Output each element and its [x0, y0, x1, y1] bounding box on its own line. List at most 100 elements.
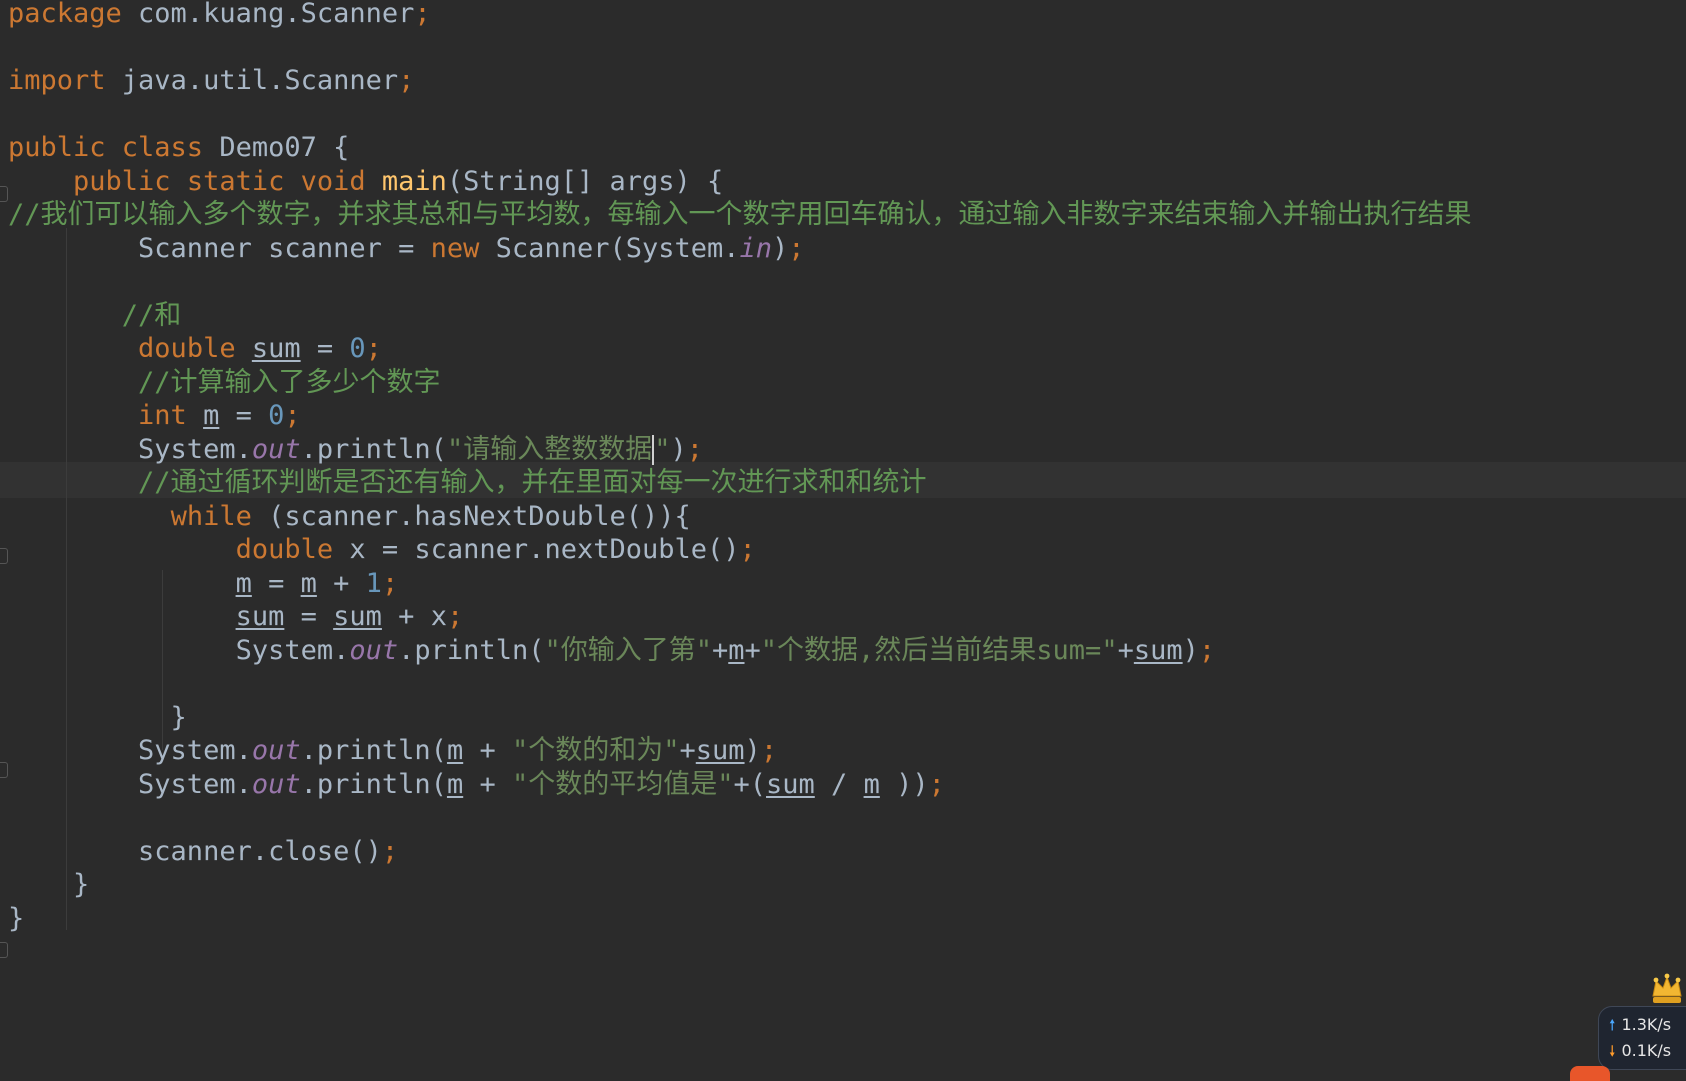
code-token: System.	[8, 768, 252, 800]
code-line[interactable]: sum = sum + x;	[8, 599, 464, 635]
arrow-down-icon: 🠗	[1609, 1042, 1616, 1060]
code-token: +	[711, 634, 729, 666]
code-token: ;	[365, 333, 382, 364]
code-token: + x	[381, 601, 447, 632]
code-token: 1	[365, 567, 382, 599]
code-token: while	[170, 500, 269, 532]
code-token: ))	[879, 768, 929, 800]
code-line[interactable]: //通过循环判断是否还有输入，并在里面对每一次进行求和和统计	[8, 465, 927, 501]
fold-marker-icon[interactable]	[0, 548, 8, 564]
code-line[interactable]: package com.kuang.Scanner;	[8, 0, 431, 32]
code-editor[interactable]: package com.kuang.Scanner; import java.ut…	[0, 0, 1686, 1081]
code-token: (String[] args) {	[446, 165, 724, 197]
code-line[interactable]: public static void main(String[] args) {	[8, 164, 723, 200]
code-line[interactable]: System.out.println("你输入了第"+m+"个数据,然后当前结果…	[8, 633, 1216, 669]
code-token: package	[8, 0, 139, 29]
code-line[interactable]: Scanner scanner = new Scanner(System.in)…	[8, 231, 805, 267]
code-token: .println(	[300, 735, 447, 766]
code-line[interactable]: //计算输入了多少个数字	[8, 365, 441, 401]
code-token: x = scanner.nextDouble()	[349, 534, 740, 565]
code-line[interactable]: while (scanner.hasNextDouble()){	[8, 499, 691, 535]
code-token: sum	[333, 601, 382, 632]
code-token: "你输入了第"	[544, 634, 712, 666]
code-token: 0	[349, 333, 366, 364]
code-token: +	[1117, 634, 1134, 666]
code-token: out	[349, 634, 399, 666]
fold-marker-icon[interactable]	[0, 186, 8, 202]
code-token: ;	[1198, 634, 1216, 666]
code-token: double	[235, 534, 350, 565]
code-token: =	[251, 567, 301, 599]
code-token: main	[381, 165, 447, 197]
download-speed: 0.1K/s	[1621, 1041, 1672, 1060]
code-token: +	[463, 735, 512, 766]
code-line[interactable]: //我们可以输入多个数字，并求其总和与平均数，每输入一个数字用回车确认，通过输入…	[8, 197, 1472, 233]
vip-crown-icon[interactable]	[1650, 972, 1684, 1006]
code-line[interactable]: //和	[8, 298, 182, 334]
code-token: //我们可以输入多个数字，并求其总和与平均数，每输入一个数字用回车确认，通过输入…	[8, 199, 1472, 230]
code-line[interactable]: }	[8, 867, 89, 903]
code-token: //计算输入了多少个数字	[8, 366, 441, 398]
code-line[interactable]: m = m + 1;	[8, 566, 399, 602]
code-token: .println(	[398, 634, 545, 666]
code-token: //通过循环判断是否还有输入，并在里面对每一次进行求和和统计	[8, 467, 927, 498]
code-token: sum	[695, 735, 745, 766]
code-token: +	[744, 634, 761, 666]
code-token: +	[463, 768, 512, 800]
code-token: )	[744, 735, 761, 766]
code-token: com.kuang.Scanner	[138, 0, 415, 29]
code-token: sum	[235, 601, 285, 632]
code-line[interactable]: import java.util.Scanner;	[8, 63, 414, 99]
app-badge-icon[interactable]	[1570, 1066, 1610, 1081]
code-token: out	[251, 768, 301, 800]
code-token: //和	[8, 299, 182, 331]
code-token: "	[654, 433, 671, 465]
code-token: }	[8, 701, 187, 733]
code-line[interactable]: }	[8, 700, 187, 736]
code-token: java.util.Scanner	[121, 65, 399, 96]
code-token: scanner.close()	[8, 835, 382, 867]
code-line[interactable]: }	[8, 901, 24, 937]
code-token: "请输入整数数据	[446, 433, 653, 465]
code-token: sum	[766, 768, 815, 800]
code-token: m	[728, 634, 745, 666]
code-token: m	[863, 768, 880, 800]
code-line[interactable]: int m = 0;	[8, 398, 301, 434]
code-token: ;	[414, 0, 431, 29]
code-token: System.	[8, 735, 252, 766]
code-token: public class	[8, 132, 220, 163]
code-token: System.	[8, 433, 252, 465]
code-line[interactable]: System.out.println("请输入整数数据");	[8, 432, 703, 468]
code-token: .println(	[300, 433, 447, 465]
code-token: =	[284, 601, 334, 632]
code-line[interactable]: System.out.println(m + "个数的和为"+sum);	[8, 733, 777, 769]
fold-marker-icon[interactable]	[0, 942, 8, 958]
code-token: "个数的平均值是"	[511, 768, 734, 800]
fold-marker-icon[interactable]	[0, 762, 8, 778]
code-token: /	[814, 768, 864, 800]
code-token: ;	[381, 567, 399, 599]
code-line[interactable]: System.out.println(m + "个数的平均值是"+(sum / …	[8, 767, 945, 803]
arrow-up-icon: 🠕	[1609, 1016, 1616, 1034]
code-token: +	[679, 735, 696, 766]
code-token: sum	[1133, 634, 1183, 666]
code-token: =	[219, 400, 269, 431]
code-token: m	[300, 567, 317, 599]
code-token: sum	[251, 333, 301, 364]
code-token: )	[1182, 634, 1199, 666]
code-line[interactable]: double sum = 0;	[8, 331, 382, 367]
code-token: +	[316, 567, 366, 599]
code-line[interactable]: double x = scanner.nextDouble();	[8, 532, 756, 568]
network-speed-widget[interactable]: 🠕 1.3K/s 🠗 0.1K/s	[1598, 1006, 1686, 1070]
code-token: m	[203, 400, 220, 431]
code-token: =	[300, 333, 350, 364]
code-line[interactable]: public class Demo07 {	[8, 130, 349, 166]
code-token: Scanner(System.	[495, 232, 740, 264]
code-line[interactable]: scanner.close();	[8, 834, 398, 870]
code-token: new	[430, 232, 496, 264]
code-token: ;	[928, 768, 945, 800]
